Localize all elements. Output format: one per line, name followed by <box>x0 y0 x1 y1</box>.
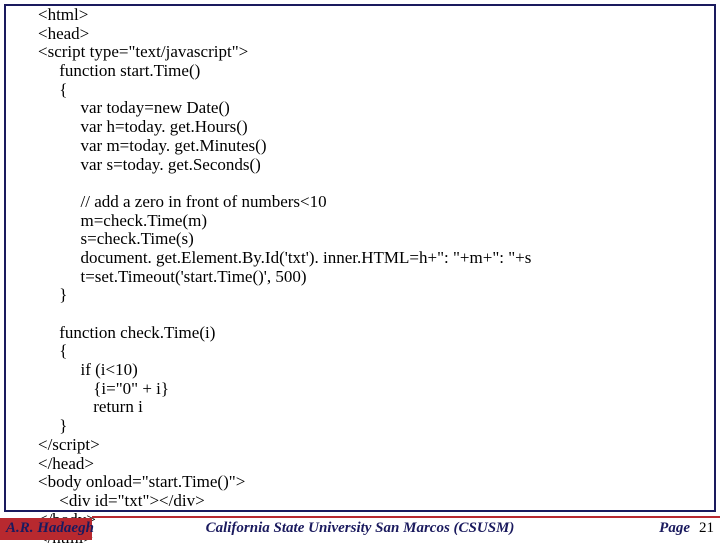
footer-page-number: 21 <box>699 520 714 537</box>
slide-footer: A.R. Hadaegh California State University… <box>0 514 720 540</box>
footer-author: A.R. Hadaegh <box>6 520 94 537</box>
code-content: <html> <head> <script type="text/javascr… <box>38 6 680 548</box>
footer-page-label: Page <box>659 520 690 537</box>
footer-institution: California State University San Marcos (… <box>0 520 720 537</box>
footer-divider-line <box>92 516 720 518</box>
